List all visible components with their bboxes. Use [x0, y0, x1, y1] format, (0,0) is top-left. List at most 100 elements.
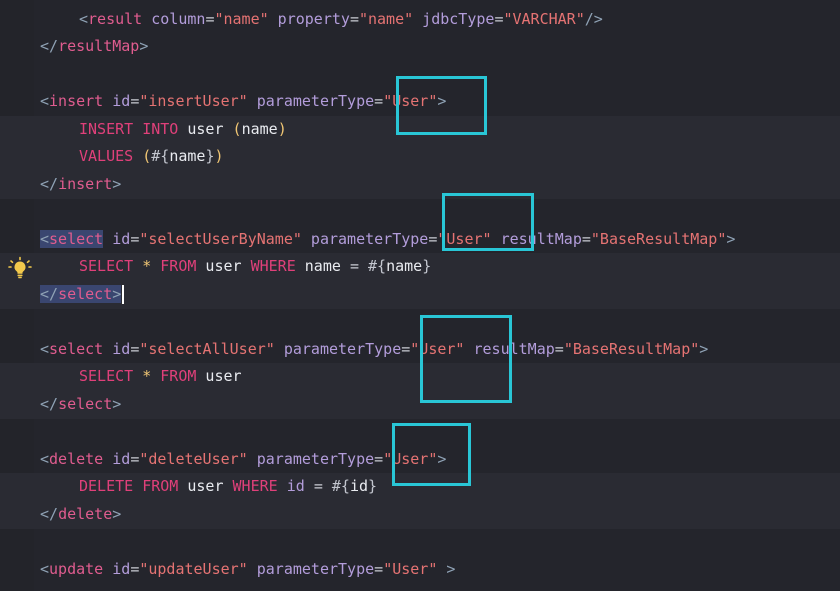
code-text: </delete>	[40, 501, 121, 529]
code-line[interactable]: <update id="updateUser" parameterType="U…	[0, 556, 840, 584]
token: "name"	[214, 10, 269, 28]
token: >	[139, 37, 149, 55]
code-line[interactable]: </insert>	[0, 171, 840, 199]
token: >	[437, 92, 447, 110]
token: =	[130, 230, 140, 248]
code-line[interactable]: DELETE FROM user WHERE id = #{id}	[0, 473, 840, 501]
token: "User"	[410, 340, 465, 358]
token: SELECT	[79, 257, 134, 275]
code-line[interactable]: </select>	[0, 281, 840, 309]
token: =	[130, 340, 140, 358]
token: "User"	[383, 92, 438, 110]
code-text: VALUES (#{name})	[40, 143, 224, 171]
token: <	[40, 560, 50, 578]
token: <	[79, 10, 89, 28]
code-line[interactable]: <select id="selectAllUser" parameterType…	[0, 336, 840, 364]
token: <	[40, 92, 50, 110]
code-line[interactable]: SELECT * FROM user WHERE name = #{name}	[0, 253, 840, 281]
code-text: <result column="name" property="name" jd…	[40, 6, 603, 34]
token: >	[437, 560, 456, 578]
token: id	[103, 450, 131, 468]
code-text: <insert id="insertUser" parameterType="U…	[40, 88, 446, 116]
code-line[interactable]: </delete>	[0, 501, 840, 529]
code-line[interactable]: SELECT * FROM user	[0, 363, 840, 391]
token: #{	[322, 477, 350, 495]
token: select	[58, 285, 113, 303]
token: parameterType	[247, 92, 375, 110]
token: jdbcType	[413, 10, 495, 28]
token: #{	[151, 147, 170, 165]
token: parameterType	[247, 450, 375, 468]
token: resultMap	[491, 230, 582, 248]
token: update	[49, 560, 104, 578]
code-text: <select id="selectAllUser" parameterType…	[40, 336, 708, 364]
token: name	[241, 120, 278, 138]
code-line[interactable]: <insert id="insertUser" parameterType="U…	[0, 88, 840, 116]
code-line[interactable]: VALUES (#{name})	[0, 143, 840, 171]
token: =	[130, 450, 140, 468]
token: "name"	[358, 10, 414, 28]
token: "BaseResultMap"	[590, 230, 727, 248]
lightbulb-icon[interactable]	[8, 256, 32, 280]
token: SELECT	[79, 367, 134, 385]
token: =	[581, 230, 591, 248]
token: )	[277, 120, 287, 138]
token: insert	[58, 175, 113, 193]
token: insert	[49, 92, 104, 110]
token: </	[40, 505, 59, 523]
token: <	[40, 340, 50, 358]
token: column	[142, 10, 206, 28]
token: =	[349, 10, 359, 28]
token: user	[196, 367, 242, 385]
matched-tag: </select>	[40, 285, 122, 303]
token: name	[169, 147, 206, 165]
token: }	[422, 257, 432, 275]
token: </	[40, 285, 59, 303]
code-line[interactable]: </resultMap>	[0, 33, 840, 61]
token: >	[437, 450, 447, 468]
code-text: SELECT * FROM user WHERE name = #{name}	[40, 253, 431, 281]
token: >	[112, 395, 122, 413]
token: >	[112, 285, 122, 303]
token: select	[58, 395, 113, 413]
code-text: </resultMap>	[40, 33, 148, 61]
code-text: DELETE FROM user WHERE id = #{id}	[40, 473, 377, 501]
token: =	[374, 560, 384, 578]
token: property	[268, 10, 350, 28]
token: INSERT INTO	[79, 120, 179, 138]
token: >	[112, 175, 122, 193]
token: (	[133, 147, 152, 165]
code-line[interactable]: </select>	[0, 391, 840, 419]
token: />	[584, 10, 603, 28]
code-line[interactable]: <delete id="deleteUser" parameterType="U…	[0, 446, 840, 474]
code-text: </select>	[40, 281, 125, 309]
code-line[interactable]: <result column="name" property="name" jd…	[0, 6, 840, 34]
token: user	[178, 477, 233, 495]
token: id	[277, 477, 314, 495]
token: =	[554, 340, 564, 358]
token: >	[699, 340, 709, 358]
token: delete	[49, 450, 104, 468]
token: </	[40, 395, 59, 413]
token: user	[196, 257, 251, 275]
token: >	[726, 230, 736, 248]
token: DELETE	[79, 477, 134, 495]
token: result	[88, 10, 143, 28]
token: </	[40, 37, 59, 55]
token: <	[40, 230, 50, 248]
token: WHERE	[232, 477, 278, 495]
token: "insertUser"	[139, 92, 248, 110]
token: =	[130, 92, 140, 110]
code-text: </select>	[40, 391, 121, 419]
token: resultMap	[58, 37, 140, 55]
token: name	[386, 257, 423, 275]
token: FROM	[160, 257, 197, 275]
code-line[interactable]: INSERT INTO user (name)	[0, 116, 840, 144]
token: id	[103, 560, 131, 578]
code-editor[interactable]: <result column="name" property="name" jd…	[0, 0, 840, 591]
code-line[interactable]: <select id="selectUserByName" parameterT…	[0, 226, 840, 254]
token: "User"	[383, 450, 438, 468]
token: )	[214, 147, 224, 165]
token: #{	[358, 257, 387, 275]
